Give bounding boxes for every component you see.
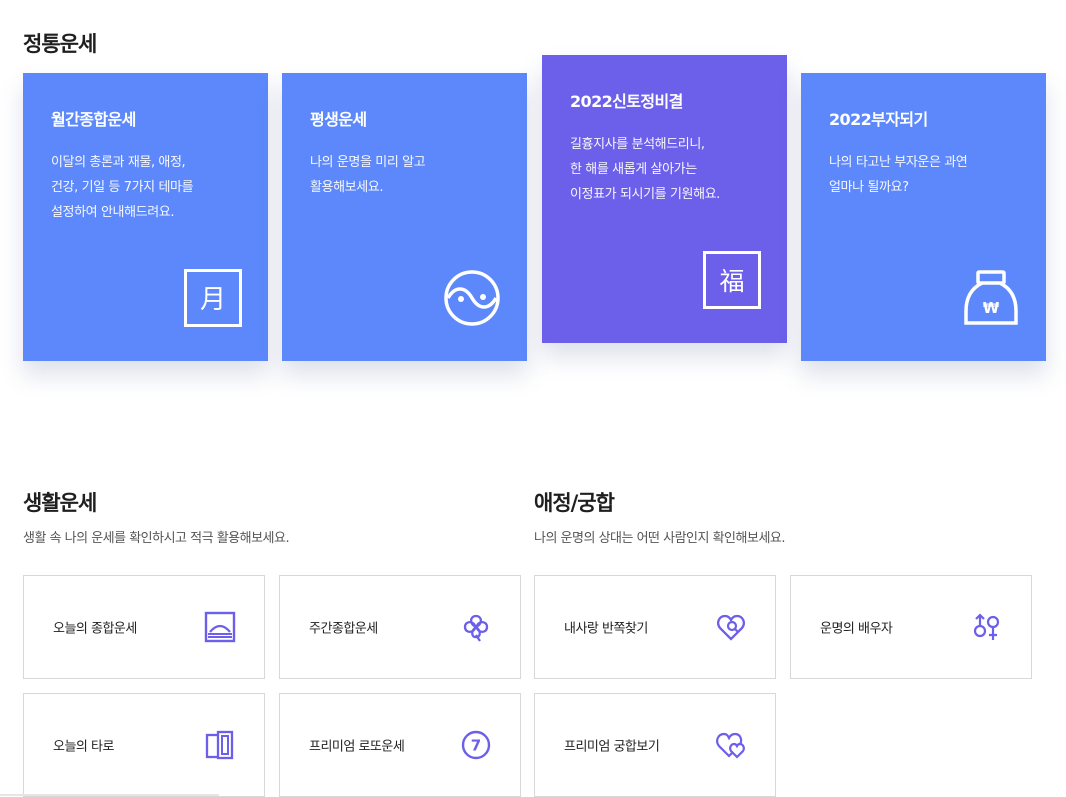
list-item-today-tarot[interactable]: 오늘의 타로 <box>23 693 265 797</box>
list-item-destined-spouse[interactable]: 운명의 배우자 <box>790 575 1032 679</box>
item-label: 주간종합운세 <box>309 621 378 637</box>
card-tojeong-fortune[interactable]: 2022신토정비결 길흉지사를 분석해드리니, 한 해를 새롭게 살아가는 이정… <box>542 55 787 343</box>
tarot-cards-icon <box>204 729 236 761</box>
card-title: 월간종합운세 <box>51 110 136 129</box>
lucky-seven-icon: 7 <box>460 729 492 761</box>
svg-text:7: 7 <box>471 737 481 755</box>
section-subtitle-love: 나의 운명의 상대는 어떤 사람인지 확인해보세요. <box>534 531 786 546</box>
item-label: 프리미엄 궁합보기 <box>564 739 660 755</box>
item-label: 오늘의 타로 <box>53 739 114 755</box>
card-description: 길흉지사를 분석해드리니, 한 해를 새롭게 살아가는 이정표가 되시기를 기원… <box>570 137 720 202</box>
money-bag-icon: ₩ <box>962 269 1020 327</box>
card-lifetime-fortune[interactable]: 평생운세 나의 운명을 미리 알고 활용해보세요. <box>282 73 527 361</box>
item-label: 오늘의 종합운세 <box>53 621 137 637</box>
svg-text:₩: ₩ <box>983 299 1000 317</box>
card-title: 2022부자되기 <box>829 110 928 129</box>
heart-search-icon <box>715 611 747 643</box>
item-label: 내사랑 반쪽찾기 <box>564 621 648 637</box>
moon-month-icon: 月 <box>184 269 242 327</box>
card-title: 2022신토정비결 <box>570 92 683 111</box>
double-heart-icon <box>715 729 747 761</box>
list-item-premium-compatibility[interactable]: 프리미엄 궁합보기 <box>534 693 776 797</box>
card-description: 나의 타고난 부자운은 과연 얼마나 될까요? <box>829 155 968 195</box>
gender-symbols-icon <box>971 611 1003 643</box>
list-item-premium-lotto[interactable]: 프리미엄 로또운세 7 <box>279 693 521 797</box>
section-title-main: 정통운세 <box>23 32 97 56</box>
svg-text:月: 月 <box>200 285 226 315</box>
card-description: 나의 운명을 미리 알고 활용해보세요. <box>310 155 426 195</box>
item-label: 운명의 배우자 <box>820 621 893 637</box>
section-title-love: 애정/궁합 <box>534 491 615 515</box>
fortune-bok-icon: 福 <box>703 251 761 309</box>
clover-icon <box>460 611 492 643</box>
list-item-find-my-love[interactable]: 내사랑 반쪽찾기 <box>534 575 776 679</box>
section-subtitle-life: 생활 속 나의 운세를 확인하시고 적극 활용해보세요. <box>23 531 290 546</box>
sunrise-icon <box>204 611 236 643</box>
card-description: 이달의 총론과 재물, 애정, 건강, 기일 등 7가지 테마를 설정하여 안내… <box>51 155 194 220</box>
yin-yang-icon <box>443 269 501 327</box>
list-item-weekly-fortune[interactable]: 주간종합운세 <box>279 575 521 679</box>
card-monthly-fortune[interactable]: 월간종합운세 이달의 총론과 재물, 애정, 건강, 기일 등 7가지 테마를 … <box>23 73 268 361</box>
card-title: 평생운세 <box>310 110 367 129</box>
list-item-today-fortune[interactable]: 오늘의 종합운세 <box>23 575 265 679</box>
item-label: 프리미엄 로또운세 <box>309 739 405 755</box>
section-title-life: 생활운세 <box>23 491 97 515</box>
svg-text:福: 福 <box>719 267 744 296</box>
card-become-rich[interactable]: 2022부자되기 나의 타고난 부자운은 과연 얼마나 될까요? ₩ <box>801 73 1046 361</box>
